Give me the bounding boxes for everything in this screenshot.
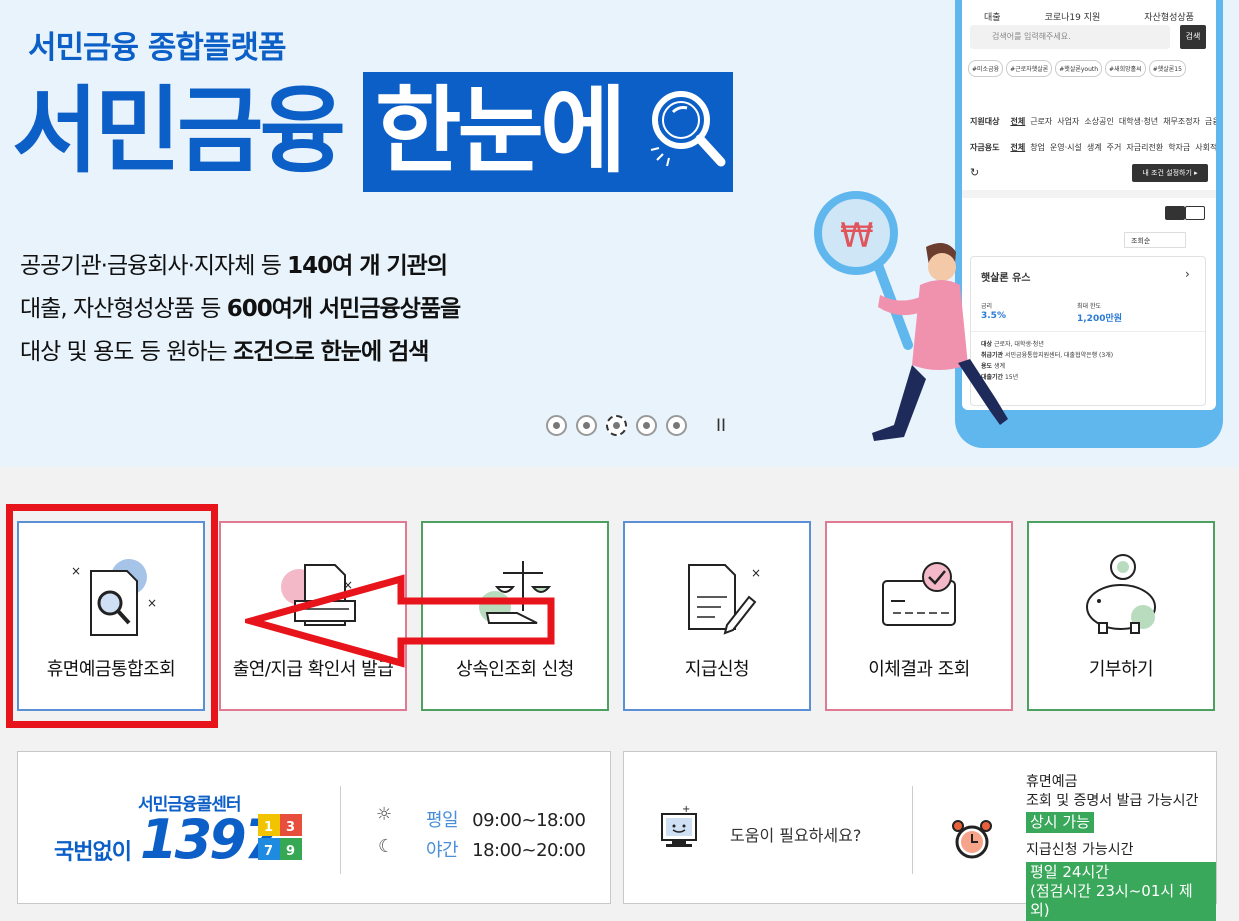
hero-subtitle: 서민금융 종합플랫폼 [28,30,286,66]
woman-with-magnifier-illustration: ₩ [814,191,1008,441]
status-badge-payment: 평일 24시간 (점검시간 23시~01시 제외) [1026,862,1216,921]
carousel-dot-4[interactable] [636,415,657,436]
tile-payment-request[interactable]: × 지급신청 [623,521,811,711]
tile-label: 기부하기 [1088,659,1154,680]
svg-text:₩: ₩ [840,216,874,256]
card-limit-value: 1,200만원 [1077,314,1123,324]
card-limit-label: 최대 한도 [1077,303,1101,310]
sun-icon: ☼ [376,804,393,825]
phone-filter-target: 지원대상 전체 근로자사업자소상공인대학생·청년채무조정자금융 [970,117,1216,126]
magnifier-icon [650,91,726,167]
tile-label: 이체결과 조회 [868,659,970,680]
phone-keypad-icon: 13 79 [258,814,302,860]
help-panel[interactable]: + 도움이 필요하세요? 휴면예금 조회 및 증명서 발급 가능시간 상시 가능… [623,751,1217,921]
computer-help-icon: + [661,804,697,847]
piggy-bank-icon [1086,554,1156,634]
hero-desc-line3: 대상 및 용도 등 원하는 조건으로 한눈에 검색 [20,339,429,365]
phone-set-condition-button: 내 조건 설정하기 ▸ [1132,164,1208,182]
phone-tag: #햇살론youth [1055,60,1103,77]
tile-label: 지급신청 [684,659,750,680]
tile-donate[interactable]: 기부하기 [1027,521,1215,711]
alarm-clock-icon [952,820,992,859]
phone-filter-use: 자금용도 전체 창업 운영·시설 생계 주거 자금리전환 학자금 사회적 [970,143,1216,152]
moon-icon: ☾ [378,836,395,857]
hero-desc-line1: 공공기관·금융회사·지자체 등 140여 개 기관의 [20,253,448,279]
night-hours: 야간 18:00~20:00 [426,840,586,861]
phone-tag: #미소금융 [968,60,1004,77]
callcenter-prefix: 국번없이 [54,840,132,865]
callcenter-panel: 서민금융콜센터 국번없이 1397 13 79 ☼ 평일 09:00~18:00 … [17,751,611,904]
document-pen-icon: × [688,564,761,635]
phone-tags: #미소금융 #근로자햇살론 #햇살론youth #새희망홀씨 #햇살론15 [968,60,1186,77]
highlight-arrow [245,574,555,668]
hero-title-part2: 한눈에 [375,77,626,186]
availability-payment: 지급신청 가능시간 [1026,842,1134,858]
status-badge-always: 상시 가능 [1026,812,1094,833]
callcenter-divider [340,786,341,874]
svg-text:1: 1 [264,820,273,835]
svg-text:3: 3 [286,820,295,835]
carousel-pagination: II [546,415,726,436]
refresh-icon: ↻ [970,166,980,179]
pause-button[interactable]: II [716,416,726,436]
hero-banner: 서민금융 종합플랫폼 서민금융 한눈에 공공기관·금융회사·지자체 등 140여… [0,0,1239,467]
help-divider [912,786,913,874]
phone-search-input: 검색어를 입력해주세요. [970,25,1170,49]
hero-title-part1: 서민금융 [12,77,346,186]
chevron-right-icon: › [1185,267,1190,281]
phone-tag: #햇살론15 [1148,60,1186,77]
carousel-dot-1[interactable] [546,415,567,436]
phone-sort-select: 조회순 [1124,232,1186,248]
tile-transfer-result[interactable]: 이체결과 조회 [825,521,1013,711]
grid-view-icon [1165,206,1185,220]
carousel-dot-5[interactable] [666,415,687,436]
phone-tag: #근로자햇살론 [1006,60,1053,77]
card-check-icon [882,562,956,626]
phone-search-button: 검색 [1180,25,1206,49]
list-view-icon [1185,206,1205,220]
hero-desc-line2: 대출, 자산형성상품 등 600여개 서민금융상품을 [20,296,461,322]
carousel-dot-2[interactable] [576,415,597,436]
day-hours: 평일 09:00~18:00 [426,810,586,831]
svg-text:7: 7 [264,844,273,859]
carousel-dot-3[interactable] [606,415,627,436]
svg-text:9: 9 [286,844,295,859]
highlight-box [6,504,218,728]
help-text[interactable]: 도움이 필요하세요? [730,822,861,846]
svg-text:×: × [751,566,761,580]
availability-dormant: 휴면예금 조회 및 증명서 발급 가능시간 [1026,774,1199,809]
phone-tag: #새희망홀씨 [1105,60,1146,77]
svg-text:+: + [682,804,690,815]
